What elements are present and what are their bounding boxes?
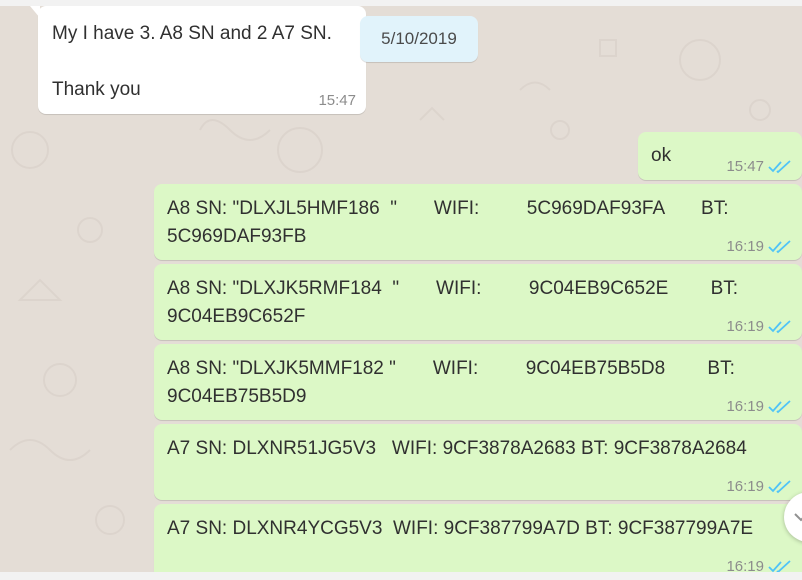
chevron-down-icon [794, 513, 802, 522]
message-text-line: ok [651, 145, 672, 166]
outgoing-message[interactable]: ok 15:47 [638, 132, 802, 180]
outgoing-message[interactable]: A7 SN: DLXNR51JG5V3 WIFI: 9CF3878A2683 B… [154, 424, 802, 500]
message-time: 16:19 [726, 238, 764, 255]
message-meta: 16:19 [726, 478, 792, 496]
message-text-line: 5C969DAF93FB [167, 226, 307, 247]
message-time: 16:19 [726, 478, 764, 495]
message-text-line: A8 SN: "DLXJK5RMF184 " WIFI: 9C04EB9C652… [167, 278, 739, 299]
outgoing-message[interactable]: A8 SN: "DLXJK5RMF184 " WIFI: 9C04EB9C652… [154, 264, 802, 340]
double-check-icon [768, 400, 791, 414]
message-time: 15:47 [318, 92, 356, 109]
message-text-line: A8 SN: "DLXJL5HMF186 " WIFI: 5C969DAF93F… [167, 198, 729, 219]
outgoing-message[interactable]: A7 SN: DLXNR4YCG5V3 WIFI: 9CF387799A7D B… [154, 504, 802, 580]
double-check-icon [768, 240, 791, 254]
message-text-line: A8 SN: "DLXJK5MMF182 " WIFI: 9C04EB75B5D… [167, 358, 735, 379]
message-meta: 15:47 [318, 92, 356, 110]
message-text-line: Thank you [52, 79, 141, 100]
bottom-border [0, 572, 802, 580]
message-meta: 16:19 [726, 398, 792, 416]
message-meta: 16:19 [726, 238, 792, 256]
message-meta: 15:47 [726, 158, 792, 176]
incoming-message[interactable]: My I have 3. A8 SN and 2 A7 SN. Thank yo… [30, 6, 366, 114]
double-check-icon [768, 160, 791, 174]
message-text-line: 9C04EB75B5D9 [167, 386, 307, 407]
message-text-line: My I have 3. A8 SN and 2 A7 SN. [52, 23, 332, 44]
double-check-icon [768, 320, 791, 334]
message-text-line: A7 SN: DLXNR51JG5V3 WIFI: 9CF3878A2683 B… [167, 438, 747, 459]
message-time: 16:19 [726, 398, 764, 415]
outgoing-message[interactable]: A8 SN: "DLXJK5MMF182 " WIFI: 9C04EB75B5D… [154, 344, 802, 420]
incoming-bubble-tail [30, 6, 40, 18]
outgoing-message[interactable]: A8 SN: "DLXJL5HMF186 " WIFI: 5C969DAF93F… [154, 184, 802, 260]
double-check-icon [768, 480, 791, 494]
message-text-line: 9C04EB9C652F [167, 306, 306, 327]
message-time: 15:47 [726, 158, 764, 175]
date-chip: 5/10/2019 [360, 16, 478, 62]
message-meta: 16:19 [726, 318, 792, 336]
message-time: 16:19 [726, 318, 764, 335]
message-text-line: A7 SN: DLXNR4YCG5V3 WIFI: 9CF387799A7D B… [167, 518, 754, 539]
